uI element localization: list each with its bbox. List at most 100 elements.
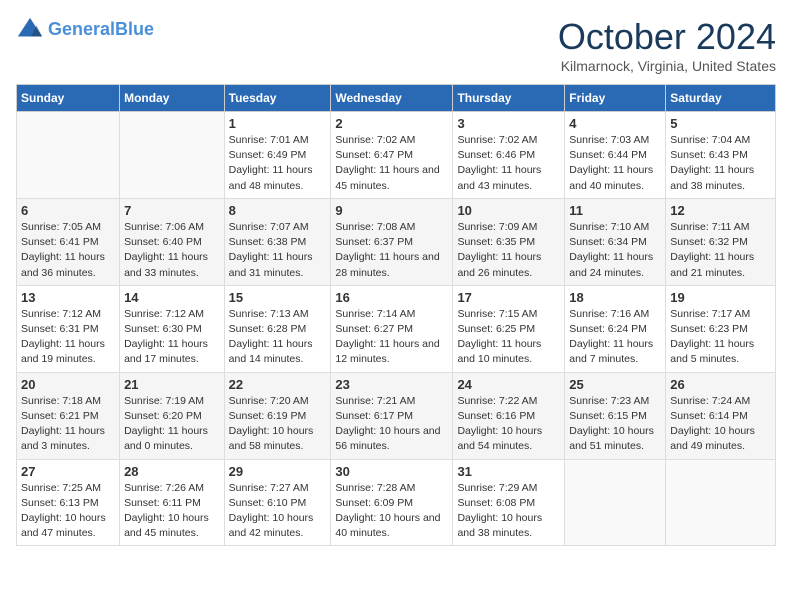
- calendar-cell: 29Sunrise: 7:27 AM Sunset: 6:10 PM Dayli…: [224, 459, 331, 546]
- day-number: 25: [569, 377, 661, 392]
- calendar-cell: 5Sunrise: 7:04 AM Sunset: 6:43 PM Daylig…: [666, 112, 776, 199]
- weekday-header: Friday: [565, 85, 666, 112]
- day-info: Sunrise: 7:29 AM Sunset: 6:08 PM Dayligh…: [457, 481, 560, 542]
- day-info: Sunrise: 7:28 AM Sunset: 6:09 PM Dayligh…: [335, 481, 448, 542]
- calendar-cell: [666, 459, 776, 546]
- calendar-week-row: 6 Sunrise: 7:05 AM Sunset: 6:41 PM Daylig…: [17, 198, 776, 285]
- calendar-cell: 24 Sunrise: 7:22 AM Sunset: 6:16 PM Dayli…: [453, 372, 565, 459]
- day-number: 6: [21, 203, 115, 218]
- day-info: Sunrise: 7:08 AM Sunset: 6:37 PM Dayligh…: [335, 220, 448, 281]
- calendar-cell: 19 Sunrise: 7:17 AM Sunset: 6:23 PM Dayli…: [666, 285, 776, 372]
- day-number: 1: [229, 116, 327, 131]
- calendar-cell: 23 Sunrise: 7:21 AM Sunset: 6:17 PM Dayli…: [331, 372, 453, 459]
- calendar-cell: 2 Sunrise: 7:02 AM Sunset: 6:47 PM Daylig…: [331, 112, 453, 199]
- day-info: Sunrise: 7:10 AM Sunset: 6:34 PM Dayligh…: [569, 220, 661, 281]
- day-number: 29: [229, 464, 327, 479]
- day-info: Sunrise: 7:15 AM Sunset: 6:25 PM Dayligh…: [457, 307, 560, 368]
- location: Kilmarnock, Virginia, United States: [558, 58, 776, 74]
- day-number: 7: [124, 203, 220, 218]
- calendar-cell: 9 Sunrise: 7:08 AM Sunset: 6:37 PM Daylig…: [331, 198, 453, 285]
- day-info: Sunrise: 7:04 AM Sunset: 6:43 PM Dayligh…: [670, 133, 771, 194]
- day-number: 9: [335, 203, 448, 218]
- calendar-cell: 21Sunrise: 7:19 AM Sunset: 6:20 PM Dayli…: [120, 372, 225, 459]
- day-info: Sunrise: 7:17 AM Sunset: 6:23 PM Dayligh…: [670, 307, 771, 368]
- day-info: Sunrise: 7:05 AM Sunset: 6:41 PM Dayligh…: [21, 220, 115, 281]
- calendar-cell: 1 Sunrise: 7:01 AM Sunset: 6:49 PM Daylig…: [224, 112, 331, 199]
- day-info: Sunrise: 7:20 AM Sunset: 6:19 PM Dayligh…: [229, 394, 327, 455]
- weekday-header: Tuesday: [224, 85, 331, 112]
- calendar-cell: [120, 112, 225, 199]
- weekday-header: Saturday: [666, 85, 776, 112]
- day-number: 16: [335, 290, 448, 305]
- calendar-cell: 10Sunrise: 7:09 AM Sunset: 6:35 PM Dayli…: [453, 198, 565, 285]
- day-info: Sunrise: 7:18 AM Sunset: 6:21 PM Dayligh…: [21, 394, 115, 455]
- day-info: Sunrise: 7:12 AM Sunset: 6:31 PM Dayligh…: [21, 307, 115, 368]
- calendar-cell: [565, 459, 666, 546]
- day-number: 27: [21, 464, 115, 479]
- day-info: Sunrise: 7:02 AM Sunset: 6:46 PM Dayligh…: [457, 133, 560, 194]
- day-info: Sunrise: 7:01 AM Sunset: 6:49 PM Dayligh…: [229, 133, 327, 194]
- calendar-cell: 30 Sunrise: 7:28 AM Sunset: 6:09 PM Dayli…: [331, 459, 453, 546]
- calendar-cell: 26 Sunrise: 7:24 AM Sunset: 6:14 PM Dayli…: [666, 372, 776, 459]
- day-number: 21: [124, 377, 220, 392]
- day-number: 4: [569, 116, 661, 131]
- calendar-table: SundayMondayTuesdayWednesdayThursdayFrid…: [16, 84, 776, 546]
- day-number: 19: [670, 290, 771, 305]
- day-number: 23: [335, 377, 448, 392]
- logo-icon: [16, 16, 44, 44]
- calendar-cell: 3 Sunrise: 7:02 AM Sunset: 6:46 PM Daylig…: [453, 112, 565, 199]
- day-number: 20: [21, 377, 115, 392]
- page-header: GeneralBlue October 2024 Kilmarnock, Vir…: [16, 16, 776, 74]
- calendar-cell: 28 Sunrise: 7:26 AM Sunset: 6:11 PM Dayli…: [120, 459, 225, 546]
- logo-line1: General: [48, 19, 115, 39]
- day-number: 31: [457, 464, 560, 479]
- calendar-week-row: 20 Sunrise: 7:18 AM Sunset: 6:21 PM Dayli…: [17, 372, 776, 459]
- calendar-cell: 14 Sunrise: 7:12 AM Sunset: 6:30 PM Dayli…: [120, 285, 225, 372]
- day-number: 12: [670, 203, 771, 218]
- day-info: Sunrise: 7:22 AM Sunset: 6:16 PM Dayligh…: [457, 394, 560, 455]
- day-number: 13: [21, 290, 115, 305]
- day-info: Sunrise: 7:14 AM Sunset: 6:27 PM Dayligh…: [335, 307, 448, 368]
- calendar-cell: 31 Sunrise: 7:29 AM Sunset: 6:08 PM Dayli…: [453, 459, 565, 546]
- day-number: 18: [569, 290, 661, 305]
- logo: GeneralBlue: [16, 16, 154, 44]
- calendar-week-row: 27 Sunrise: 7:25 AM Sunset: 6:13 PM Dayli…: [17, 459, 776, 546]
- logo-line2: Blue: [115, 19, 154, 39]
- calendar-cell: 7 Sunrise: 7:06 AM Sunset: 6:40 PM Daylig…: [120, 198, 225, 285]
- day-info: Sunrise: 7:13 AM Sunset: 6:28 PM Dayligh…: [229, 307, 327, 368]
- calendar-cell: 17 Sunrise: 7:15 AM Sunset: 6:25 PM Dayli…: [453, 285, 565, 372]
- day-info: Sunrise: 7:24 AM Sunset: 6:14 PM Dayligh…: [670, 394, 771, 455]
- day-info: Sunrise: 7:26 AM Sunset: 6:11 PM Dayligh…: [124, 481, 220, 542]
- day-number: 26: [670, 377, 771, 392]
- day-number: 15: [229, 290, 327, 305]
- calendar-cell: 11 Sunrise: 7:10 AM Sunset: 6:34 PM Dayli…: [565, 198, 666, 285]
- day-info: Sunrise: 7:25 AM Sunset: 6:13 PM Dayligh…: [21, 481, 115, 542]
- day-number: 3: [457, 116, 560, 131]
- day-info: Sunrise: 7:21 AM Sunset: 6:17 PM Dayligh…: [335, 394, 448, 455]
- day-number: 2: [335, 116, 448, 131]
- calendar-cell: 13 Sunrise: 7:12 AM Sunset: 6:31 PM Dayli…: [17, 285, 120, 372]
- day-info: Sunrise: 7:03 AM Sunset: 6:44 PM Dayligh…: [569, 133, 661, 194]
- day-info: Sunrise: 7:12 AM Sunset: 6:30 PM Dayligh…: [124, 307, 220, 368]
- calendar-cell: [17, 112, 120, 199]
- day-info: Sunrise: 7:07 AM Sunset: 6:38 PM Dayligh…: [229, 220, 327, 281]
- day-info: Sunrise: 7:16 AM Sunset: 6:24 PM Dayligh…: [569, 307, 661, 368]
- calendar-cell: 27 Sunrise: 7:25 AM Sunset: 6:13 PM Dayli…: [17, 459, 120, 546]
- day-number: 8: [229, 203, 327, 218]
- calendar-cell: 15 Sunrise: 7:13 AM Sunset: 6:28 PM Dayli…: [224, 285, 331, 372]
- day-info: Sunrise: 7:06 AM Sunset: 6:40 PM Dayligh…: [124, 220, 220, 281]
- calendar-cell: 6 Sunrise: 7:05 AM Sunset: 6:41 PM Daylig…: [17, 198, 120, 285]
- day-number: 28: [124, 464, 220, 479]
- day-number: 30: [335, 464, 448, 479]
- day-number: 17: [457, 290, 560, 305]
- day-info: Sunrise: 7:02 AM Sunset: 6:47 PM Dayligh…: [335, 133, 448, 194]
- day-number: 24: [457, 377, 560, 392]
- month-title: October 2024: [558, 16, 776, 58]
- day-number: 11: [569, 203, 661, 218]
- calendar-cell: 16 Sunrise: 7:14 AM Sunset: 6:27 PM Dayli…: [331, 285, 453, 372]
- calendar-week-row: 13 Sunrise: 7:12 AM Sunset: 6:31 PM Dayli…: [17, 285, 776, 372]
- day-info: Sunrise: 7:09 AM Sunset: 6:35 PM Dayligh…: [457, 220, 560, 281]
- day-info: Sunrise: 7:23 AM Sunset: 6:15 PM Dayligh…: [569, 394, 661, 455]
- calendar-cell: 12Sunrise: 7:11 AM Sunset: 6:32 PM Dayli…: [666, 198, 776, 285]
- day-number: 14: [124, 290, 220, 305]
